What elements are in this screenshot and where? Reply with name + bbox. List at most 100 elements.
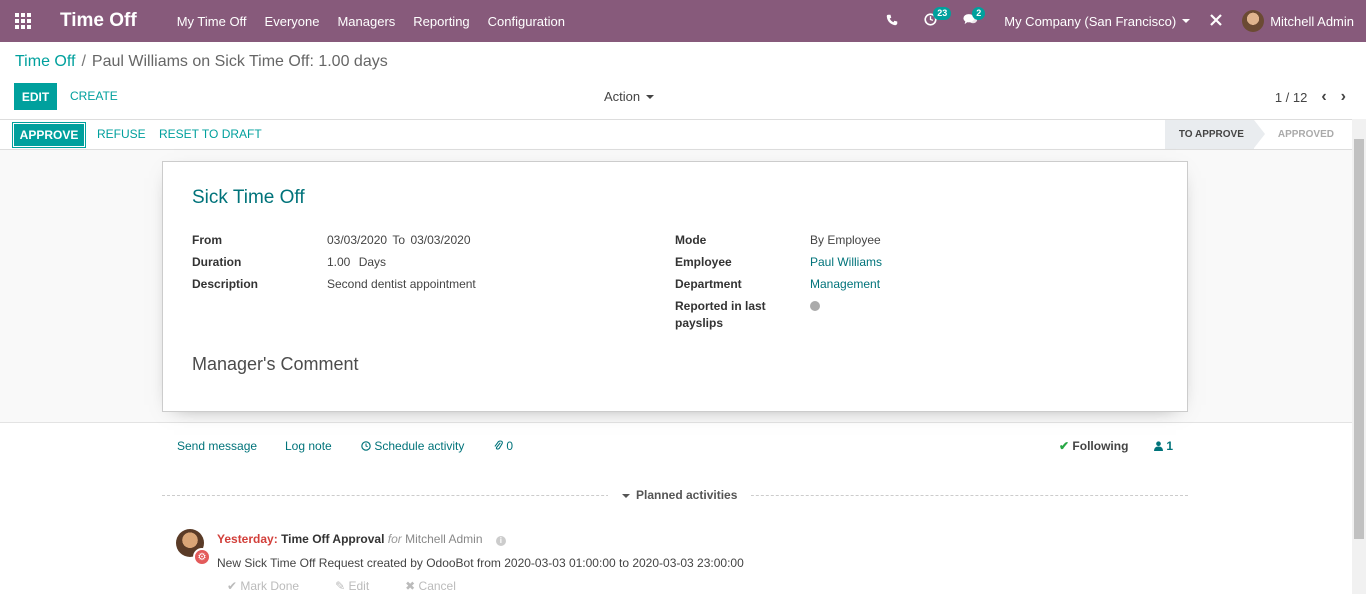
field-description: Description Second dentist appointment (192, 276, 476, 293)
edit-button[interactable]: EDIT (14, 83, 57, 110)
apps-menu-icon[interactable] (0, 0, 46, 42)
stage-pipeline: TO APPROVE APPROVED (1164, 120, 1350, 149)
menu-my-time-off[interactable]: My Time Off (177, 14, 247, 29)
user-menu[interactable]: Mitchell Admin (1242, 10, 1354, 32)
mark-done-button[interactable]: ✔ Mark Done (227, 579, 317, 593)
menu-everyone[interactable]: Everyone (265, 14, 320, 29)
statusbar: APPROVE REFUSE RESET TO DRAFT TO APPROVE… (0, 119, 1366, 150)
activity-actions: ✔ Mark Done ✎ Edit ✖ Cancel (227, 579, 492, 593)
activity-count-badge: 23 (933, 7, 952, 20)
user-name: Mitchell Admin (1270, 13, 1354, 29)
reset-to-draft-button[interactable]: RESET TO DRAFT (159, 127, 262, 141)
field-department: Department Management (675, 276, 880, 293)
attachments-button[interactable]: 0 (494, 439, 513, 453)
reported-status-dot (810, 301, 820, 311)
activity-note: New Sick Time Off Request created by Odo… (217, 556, 744, 570)
attachments-count: 0 (506, 439, 514, 453)
breadcrumb: Time Off / Paul Williams on Sick Time Off:… (15, 53, 388, 71)
navbar-systray: 23 2 My Company (San Francisco) Mitchell… (886, 0, 1366, 42)
form-sheet: Sick Time Off From 03/03/2020 To 03/03/2… (162, 161, 1188, 412)
message-count-badge: 2 (972, 7, 986, 20)
paperclip-icon (494, 439, 506, 453)
breadcrumb-current: Paul Williams on Sick Time Off: 1.00 day… (91, 53, 388, 70)
check-icon: ✔ (1059, 439, 1070, 453)
main-menu: My Time Off Everyone Managers Reporting … (177, 14, 583, 29)
duration-unit: Days (358, 255, 387, 269)
duration-label: Duration (192, 255, 242, 269)
pager: 1 / 12 ‹ › (1275, 88, 1346, 106)
breadcrumb-separator: / (81, 53, 86, 70)
action-label: Action (604, 89, 641, 104)
user-icon (1154, 439, 1166, 453)
menu-configuration[interactable]: Configuration (488, 14, 565, 29)
user-avatar (1242, 10, 1265, 32)
from-label: From (192, 233, 222, 247)
mode-label: Mode (675, 233, 707, 247)
top-navbar: Time Off My Time Off Everyone Managers R… (0, 0, 1366, 42)
field-duration: Duration 1.00 Days (192, 254, 386, 271)
following-button[interactable]: ✔ Following (1059, 439, 1128, 453)
refuse-button[interactable]: REFUSE (97, 127, 146, 141)
to-label: To (392, 233, 406, 247)
info-icon[interactable]: i (495, 536, 506, 546)
managers-comment-title: Manager's Comment (192, 354, 359, 374)
stage-approved[interactable]: APPROVED (1254, 120, 1350, 149)
planned-activities-toggle[interactable]: Planned activities (608, 488, 752, 502)
followers-button[interactable]: 1 (1154, 439, 1173, 453)
field-mode: Mode By Employee (675, 232, 881, 249)
pager-value[interactable]: 1 / 12 (1275, 90, 1308, 105)
mode-value: By Employee (810, 233, 881, 247)
reported-label: Reported in last payslips (675, 299, 766, 330)
employee-link[interactable]: Paul Williams (810, 254, 882, 271)
approve-button[interactable]: APPROVE (12, 122, 86, 148)
caret-down-icon (646, 94, 655, 99)
field-from: From 03/03/2020 To 03/03/2020 (192, 232, 471, 249)
planned-activities-label: Planned activities (636, 488, 738, 502)
pager-next-icon[interactable]: › (1341, 88, 1346, 106)
department-link[interactable]: Management (810, 276, 880, 293)
leave-type-title: Sick Time Off (192, 187, 305, 208)
activity-clock-icon[interactable]: 23 (924, 7, 952, 29)
action-dropdown[interactable]: Action (604, 89, 655, 104)
scrollbar-thumb[interactable] (1354, 139, 1364, 539)
company-switcher[interactable]: My Company (San Francisco) (1004, 13, 1191, 29)
department-label: Department (675, 277, 742, 291)
to-date-value: 03/03/2020 (410, 233, 471, 247)
activity-header: Yesterday: Time Off Approval for Mitchel… (217, 532, 506, 546)
from-date-value: 03/03/2020 (327, 233, 388, 247)
activity-type: Time Off Approval (281, 532, 385, 546)
clock-icon (361, 439, 374, 453)
phone-icon[interactable] (886, 13, 898, 29)
messaging-comments-icon[interactable]: 2 (963, 7, 986, 29)
activity-for-label: for (387, 532, 402, 546)
edit-activity-button[interactable]: ✎ Edit (335, 579, 387, 593)
activity-assignee: Mitchell Admin (405, 532, 483, 546)
followers-count: 1 (1166, 439, 1174, 453)
duration-value: 1.00 (327, 255, 351, 269)
caret-down-icon (622, 493, 630, 498)
create-button[interactable]: CREATE (70, 89, 118, 103)
schedule-activity-label: Schedule activity (374, 439, 465, 453)
schedule-activity-button[interactable]: Schedule activity (361, 439, 464, 453)
cancel-activity-button[interactable]: ✖ Cancel (405, 579, 474, 593)
activity-type-gear-icon: ⚙ (193, 548, 211, 566)
field-reported-in-payslips: Reported in last payslips (675, 298, 820, 332)
company-name: My Company (San Francisco) (1004, 13, 1177, 29)
log-note-button[interactable]: Log note (285, 439, 332, 453)
pager-previous-icon[interactable]: ‹ (1321, 88, 1326, 106)
page-scrollbar[interactable] (1352, 119, 1366, 594)
menu-reporting[interactable]: Reporting (413, 14, 469, 29)
stage-to-approve: TO APPROVE (1164, 120, 1265, 149)
caret-down-icon (1182, 19, 1191, 23)
send-message-button[interactable]: Send message (177, 439, 257, 453)
following-label: Following (1072, 439, 1129, 453)
debug-tools-icon[interactable] (1210, 13, 1222, 30)
description-label: Description (192, 277, 259, 291)
app-title[interactable]: Time Off (60, 10, 137, 32)
planned-activities-separator: Planned activities (162, 488, 1188, 502)
employee-label: Employee (675, 255, 732, 269)
field-employee: Employee Paul Williams (675, 254, 882, 271)
description-value: Second dentist appointment (327, 277, 476, 291)
breadcrumb-parent[interactable]: Time Off (15, 53, 75, 70)
menu-managers[interactable]: Managers (337, 14, 395, 29)
